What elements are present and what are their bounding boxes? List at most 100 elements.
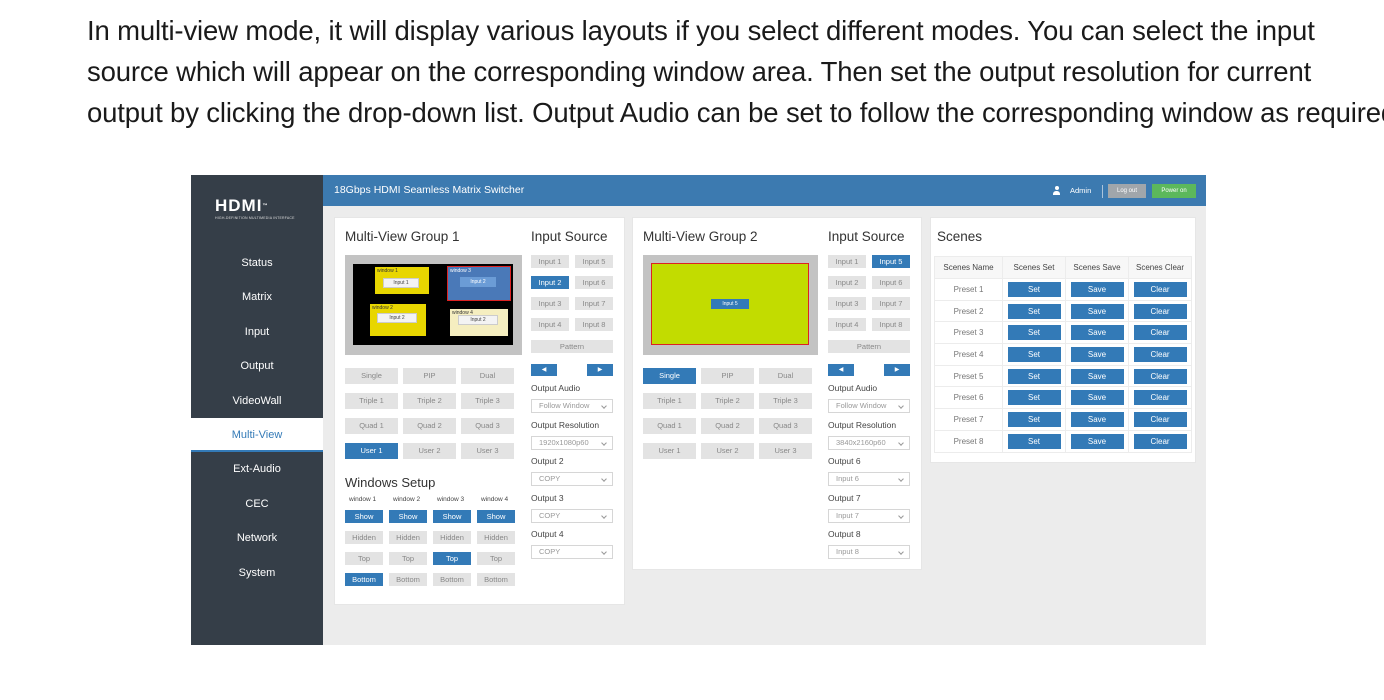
group1-mode-quad-1[interactable]: Quad 1 bbox=[345, 418, 398, 434]
scene-7-clear-button[interactable]: Clear bbox=[1133, 411, 1187, 427]
group1-mode-triple-1[interactable]: Triple 1 bbox=[345, 393, 398, 409]
scene-8-set-button[interactable]: Set bbox=[1007, 433, 1061, 449]
group1-output-2-select[interactable]: COPY bbox=[531, 472, 613, 486]
window-1-hidden-button[interactable]: Hidden bbox=[345, 531, 383, 544]
window-4-hidden-button[interactable]: Hidden bbox=[477, 531, 515, 544]
group1-input-4-button[interactable]: Input 4 bbox=[531, 318, 569, 331]
sidebar-item-input[interactable]: Input bbox=[191, 315, 323, 349]
group1-mode-quad-2[interactable]: Quad 2 bbox=[403, 418, 456, 434]
group1-mode-user-2[interactable]: User 2 bbox=[403, 443, 456, 459]
sidebar-item-matrix[interactable]: Matrix bbox=[191, 280, 323, 314]
group2-mode-pip[interactable]: PIP bbox=[701, 368, 754, 384]
group2-output-8-select[interactable]: Input 8 bbox=[828, 545, 910, 559]
scene-2-set-button[interactable]: Set bbox=[1007, 303, 1061, 319]
scene-7-save-button[interactable]: Save bbox=[1070, 411, 1124, 427]
group1-input-6-button[interactable]: Input 6 bbox=[575, 276, 613, 289]
power-on-button[interactable]: Power on bbox=[1152, 184, 1196, 198]
scene-6-save-button[interactable]: Save bbox=[1070, 390, 1124, 406]
group-2-output-resolution-select[interactable]: 3840x2160p60 bbox=[828, 436, 910, 450]
group2-input-6-button[interactable]: Input 6 bbox=[872, 276, 910, 289]
group1-mode-single[interactable]: Single bbox=[345, 368, 398, 384]
group2-mode-dual[interactable]: Dual bbox=[759, 368, 812, 384]
window-4[interactable]: window 4 Input 2 bbox=[450, 309, 508, 336]
group2-mode-triple-3[interactable]: Triple 3 bbox=[759, 393, 812, 409]
sidebar-item-system[interactable]: System bbox=[191, 556, 323, 590]
group-2-next-arrow[interactable]: ▶ bbox=[884, 364, 910, 376]
sidebar-item-ext-audio[interactable]: Ext-Audio bbox=[191, 452, 323, 486]
scene-5-save-button[interactable]: Save bbox=[1070, 368, 1124, 384]
group-2-prev-arrow[interactable]: ◀ bbox=[828, 364, 854, 376]
group2-mode-quad-1[interactable]: Quad 1 bbox=[643, 418, 696, 434]
group2-input-3-button[interactable]: Input 3 bbox=[828, 297, 866, 310]
group2-mode-triple-2[interactable]: Triple 2 bbox=[701, 393, 754, 409]
sidebar-item-videowall[interactable]: VideoWall bbox=[191, 384, 323, 418]
scene-7-set-button[interactable]: Set bbox=[1007, 411, 1061, 427]
group2-output-7-select[interactable]: Input 7 bbox=[828, 508, 910, 523]
group1-mode-quad-3[interactable]: Quad 3 bbox=[461, 418, 514, 434]
group1-input-5-button[interactable]: Input 5 bbox=[575, 255, 613, 268]
group1-output-3-select[interactable]: COPY bbox=[531, 508, 613, 523]
group2-input-2-button[interactable]: Input 2 bbox=[828, 276, 866, 289]
group1-input-2-button[interactable]: Input 2 bbox=[531, 276, 569, 289]
sidebar-item-multi-view[interactable]: Multi-View bbox=[191, 417, 323, 453]
group2-output-6-select[interactable]: Input 6 bbox=[828, 472, 910, 486]
scene-4-clear-button[interactable]: Clear bbox=[1133, 346, 1187, 362]
group2-mode-triple-1[interactable]: Triple 1 bbox=[643, 393, 696, 409]
group2-mode-user-1[interactable]: User 1 bbox=[643, 443, 696, 459]
group1-mode-pip[interactable]: PIP bbox=[403, 368, 456, 384]
group1-mode-user-3[interactable]: User 3 bbox=[461, 443, 514, 459]
window-2-top-button[interactable]: Top bbox=[389, 552, 427, 565]
scene-4-save-button[interactable]: Save bbox=[1070, 346, 1124, 362]
group1-input-3-button[interactable]: Input 3 bbox=[531, 297, 569, 310]
window-1-top-button[interactable]: Top bbox=[345, 552, 383, 565]
scene-5-set-button[interactable]: Set bbox=[1007, 368, 1061, 384]
group2-input-1-button[interactable]: Input 1 bbox=[828, 255, 866, 268]
window-2-hidden-button[interactable]: Hidden bbox=[389, 531, 427, 544]
window-4-show-button[interactable]: Show bbox=[477, 510, 515, 523]
group-1-output-resolution-select[interactable]: 1920x1080p60 bbox=[531, 436, 613, 450]
sidebar-item-network[interactable]: Network bbox=[191, 521, 323, 555]
scene-1-save-button[interactable]: Save bbox=[1070, 281, 1124, 297]
scene-2-clear-button[interactable]: Clear bbox=[1133, 303, 1187, 319]
group-2-window[interactable]: Input 5 bbox=[651, 263, 809, 345]
group2-mode-single[interactable]: Single bbox=[643, 368, 696, 384]
group-1-pattern-button[interactable]: Pattern bbox=[531, 340, 613, 353]
scene-1-clear-button[interactable]: Clear bbox=[1133, 281, 1187, 297]
group2-mode-quad-3[interactable]: Quad 3 bbox=[759, 418, 812, 434]
group1-mode-triple-3[interactable]: Triple 3 bbox=[461, 393, 514, 409]
group2-mode-user-3[interactable]: User 3 bbox=[759, 443, 812, 459]
window-4-top-button[interactable]: Top bbox=[477, 552, 515, 565]
group2-input-7-button[interactable]: Input 7 bbox=[872, 297, 910, 310]
window-2-show-button[interactable]: Show bbox=[389, 510, 427, 523]
scene-3-clear-button[interactable]: Clear bbox=[1133, 325, 1187, 341]
sidebar-item-cec[interactable]: CEC bbox=[191, 487, 323, 521]
window-2[interactable]: window 2 Input 2 bbox=[370, 304, 426, 336]
scene-4-set-button[interactable]: Set bbox=[1007, 346, 1061, 362]
group1-mode-dual[interactable]: Dual bbox=[461, 368, 514, 384]
scene-1-set-button[interactable]: Set bbox=[1007, 281, 1061, 297]
scene-2-save-button[interactable]: Save bbox=[1070, 303, 1124, 319]
sidebar-item-output[interactable]: Output bbox=[191, 349, 323, 383]
group1-output-4-select[interactable]: COPY bbox=[531, 545, 613, 559]
window-3[interactable]: window 3 Input 2 bbox=[447, 266, 511, 301]
window-3-hidden-button[interactable]: Hidden bbox=[433, 531, 471, 544]
scene-6-clear-button[interactable]: Clear bbox=[1133, 390, 1187, 406]
group1-input-7-button[interactable]: Input 7 bbox=[575, 297, 613, 310]
window-2-bottom-button[interactable]: Bottom bbox=[389, 573, 427, 586]
group2-input-8-button[interactable]: Input 8 bbox=[872, 318, 910, 331]
scene-5-clear-button[interactable]: Clear bbox=[1133, 368, 1187, 384]
group1-input-1-button[interactable]: Input 1 bbox=[531, 255, 569, 268]
group-2-output-audio-select[interactable]: Follow Window bbox=[828, 399, 910, 413]
group2-mode-quad-2[interactable]: Quad 2 bbox=[701, 418, 754, 434]
scene-8-save-button[interactable]: Save bbox=[1070, 433, 1124, 449]
scene-3-set-button[interactable]: Set bbox=[1007, 325, 1061, 341]
window-1-show-button[interactable]: Show bbox=[345, 510, 383, 523]
group1-mode-triple-2[interactable]: Triple 2 bbox=[403, 393, 456, 409]
logout-button[interactable]: Log out bbox=[1108, 184, 1146, 198]
window-3-show-button[interactable]: Show bbox=[433, 510, 471, 523]
window-1[interactable]: window 1 Input 1 bbox=[375, 267, 429, 294]
scene-8-clear-button[interactable]: Clear bbox=[1133, 433, 1187, 449]
group1-input-8-button[interactable]: Input 8 bbox=[575, 318, 613, 331]
window-3-top-button[interactable]: Top bbox=[433, 552, 471, 565]
window-3-bottom-button[interactable]: Bottom bbox=[433, 573, 471, 586]
